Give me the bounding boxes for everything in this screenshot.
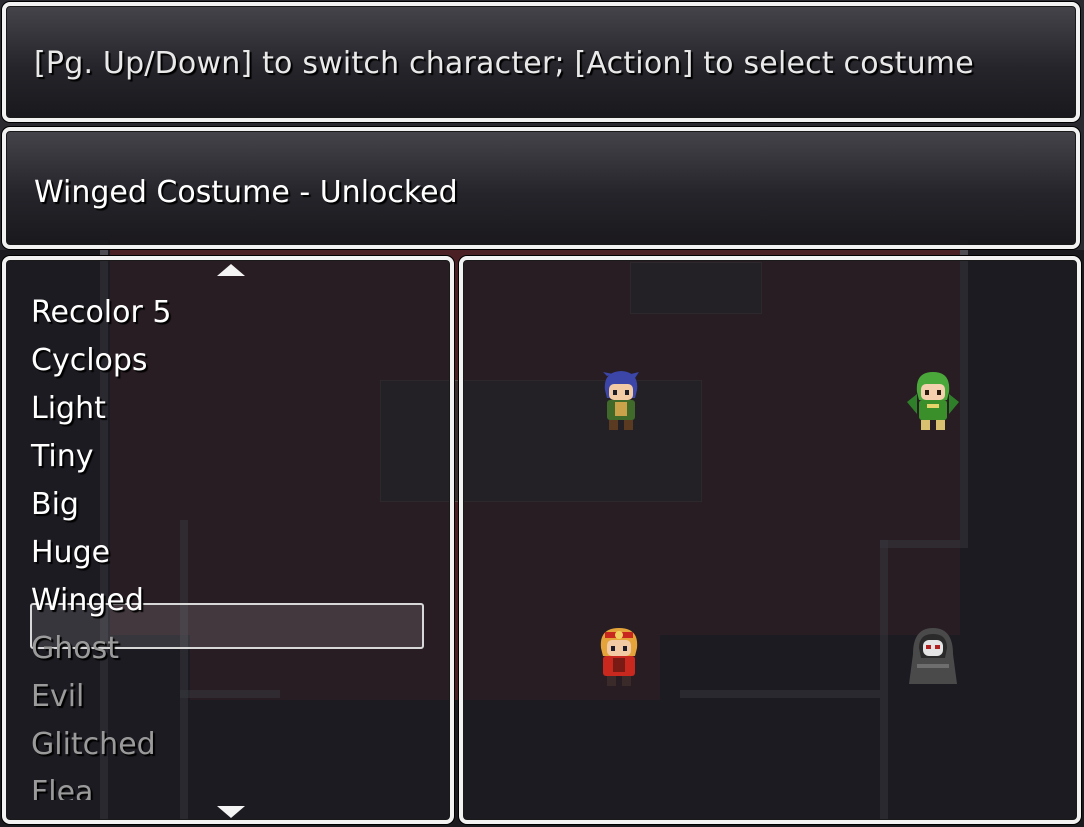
costume-item-tiny[interactable]: Tiny (31, 434, 94, 480)
costume-item-cyclops[interactable]: Cyclops (31, 338, 148, 384)
costume-item-glitched[interactable]: Glitched (31, 722, 156, 768)
costume-item-winged[interactable]: Winged (31, 578, 144, 624)
costume-item-evil[interactable]: Evil (31, 674, 84, 720)
help-text: [Pg. Up/Down] to switch character; [Acti… (34, 46, 974, 81)
status-window: Winged Costume - Unlocked (2, 127, 1080, 249)
character-preview-window (459, 256, 1081, 824)
blue-haired-hero-sprite[interactable] (591, 368, 651, 434)
scroll-up-arrow-icon[interactable] (217, 264, 245, 276)
help-window: [Pg. Up/Down] to switch character; [Acti… (2, 2, 1080, 122)
costume-status-text: Winged Costume - Unlocked (34, 175, 458, 210)
red-armored-blonde-sprite[interactable] (589, 624, 649, 690)
costume-item-big[interactable]: Big (31, 482, 79, 528)
scroll-down-arrow-icon[interactable] (217, 806, 245, 818)
costume-list: Recolor 5 Cyclops Light Tiny Big Huge Wi… (6, 290, 450, 800)
costume-item-huge[interactable]: Huge (31, 530, 110, 576)
costume-item-ghost[interactable]: Ghost (31, 626, 119, 672)
costume-item-light[interactable]: Light (31, 386, 106, 432)
costume-item-recolor-5[interactable]: Recolor 5 (31, 290, 171, 336)
green-hooded-winged-sprite[interactable] (903, 368, 963, 434)
grey-hooded-masked-sprite[interactable] (903, 624, 963, 690)
costume-item-flea[interactable]: Flea (31, 770, 93, 800)
costume-list-window[interactable]: Recolor 5 Cyclops Light Tiny Big Huge Wi… (2, 256, 454, 824)
